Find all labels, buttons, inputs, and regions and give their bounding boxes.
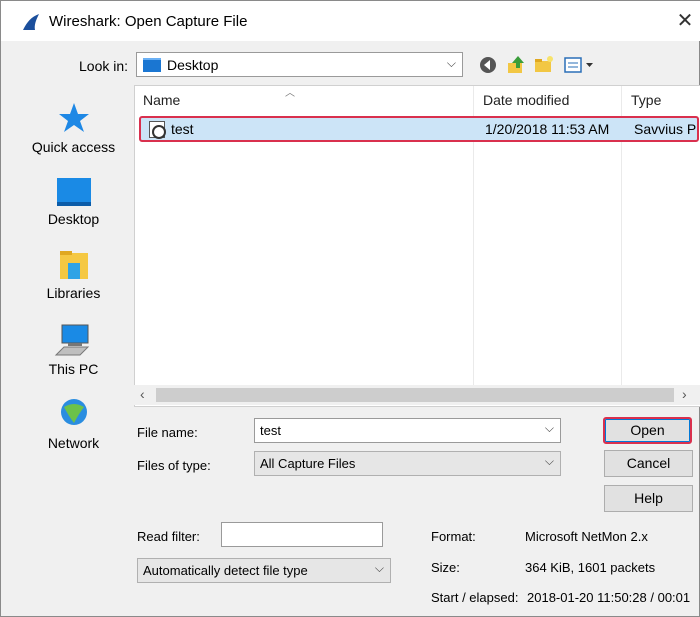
file-type-label: Files of type: xyxy=(137,458,211,473)
up-folder-icon[interactable] xyxy=(506,55,526,75)
computer-icon xyxy=(54,324,89,356)
open-button[interactable]: Open xyxy=(603,417,692,444)
place-label: Libraries xyxy=(46,285,101,301)
size-label: Size: xyxy=(431,560,460,575)
start-elapsed-value: 2018-01-20 11:50:28 / 00:01 xyxy=(527,590,691,605)
libraries-icon xyxy=(59,251,88,279)
column-header-date[interactable]: Date modified xyxy=(483,92,569,108)
scroll-left-icon[interactable]: ‹ xyxy=(140,386,145,402)
file-name-cell: test xyxy=(171,121,194,137)
place-label: Network xyxy=(47,435,100,451)
file-type-value: All Capture Files xyxy=(260,456,356,471)
places-bar: Quick access Desktop Libraries This PC N… xyxy=(16,87,131,607)
chevron-down-icon[interactable]: ⌵ xyxy=(375,561,384,576)
desktop-icon xyxy=(56,178,91,206)
file-row-selected[interactable]: test 1/20/2018 11:53 AM Savvius Pa xyxy=(139,116,699,142)
format-detect-value: Automatically detect file type xyxy=(143,563,308,578)
desktop-folder-icon xyxy=(143,58,161,72)
help-button[interactable]: Help xyxy=(604,485,693,512)
close-icon[interactable]: ✕ xyxy=(673,9,697,33)
size-value: 364 KiB, 1601 packets xyxy=(525,560,656,575)
file-date-cell: 1/20/2018 11:53 AM xyxy=(485,121,610,137)
file-type-cell: Savvius Pa xyxy=(634,121,696,137)
title-bar: Wireshark: Open Capture File ✕ xyxy=(1,1,700,41)
star-icon xyxy=(58,103,89,132)
read-filter-input[interactable] xyxy=(221,522,383,547)
wireshark-fin-icon xyxy=(23,14,39,30)
chevron-down-icon[interactable]: ⌵ xyxy=(447,56,456,71)
cancel-button[interactable]: Cancel xyxy=(604,450,693,477)
view-menu-icon[interactable] xyxy=(563,55,597,75)
sort-ascending-icon: ︿ xyxy=(285,88,295,99)
new-folder-icon[interactable] xyxy=(534,55,554,75)
place-label: Desktop xyxy=(47,211,100,227)
scroll-right-icon[interactable]: › xyxy=(682,386,687,402)
capture-file-icon xyxy=(149,121,166,139)
chevron-down-icon[interactable]: ⌵ xyxy=(545,454,554,469)
file-type-select[interactable]: All Capture Files ⌵ xyxy=(254,451,561,476)
look-in-value: Desktop xyxy=(167,57,219,73)
horizontal-scrollbar[interactable]: ‹ › xyxy=(134,385,700,405)
back-icon[interactable] xyxy=(478,55,498,75)
place-desktop[interactable]: Desktop xyxy=(16,177,131,227)
file-list[interactable]: Name ︿ Date modified Type test 1/20/2018… xyxy=(134,85,700,407)
start-elapsed-label: Start / elapsed: xyxy=(431,590,519,605)
read-filter-label: Read filter: xyxy=(137,529,200,544)
chevron-down-icon[interactable]: ⌵ xyxy=(545,421,554,436)
place-this-pc[interactable]: This PC xyxy=(16,323,131,377)
window-title: Wireshark: Open Capture File xyxy=(49,13,248,30)
file-name-label: File name: xyxy=(137,425,198,440)
place-label: This PC xyxy=(48,361,99,377)
look-in-combo[interactable]: Desktop ⌵ xyxy=(136,52,463,77)
place-libraries[interactable]: Libraries xyxy=(16,249,131,301)
scroll-thumb[interactable] xyxy=(156,388,674,402)
place-network[interactable]: Network xyxy=(16,397,131,451)
look-in-label: Look in: xyxy=(79,58,129,74)
column-header-type[interactable]: Type xyxy=(631,92,661,108)
network-icon xyxy=(60,399,87,425)
file-name-value: test xyxy=(260,423,281,438)
open-capture-dialog: Wireshark: Open Capture File ✕ Look in: … xyxy=(0,0,700,617)
format-label: Format: xyxy=(431,529,476,544)
format-value: Microsoft NetMon 2.x xyxy=(525,529,648,544)
place-label: Quick access xyxy=(31,139,116,155)
file-name-input[interactable]: test ⌵ xyxy=(254,418,561,443)
place-quick-access[interactable]: Quick access xyxy=(16,101,131,155)
column-header-name[interactable]: Name xyxy=(143,92,180,108)
format-detect-select[interactable]: Automatically detect file type ⌵ xyxy=(137,558,391,583)
